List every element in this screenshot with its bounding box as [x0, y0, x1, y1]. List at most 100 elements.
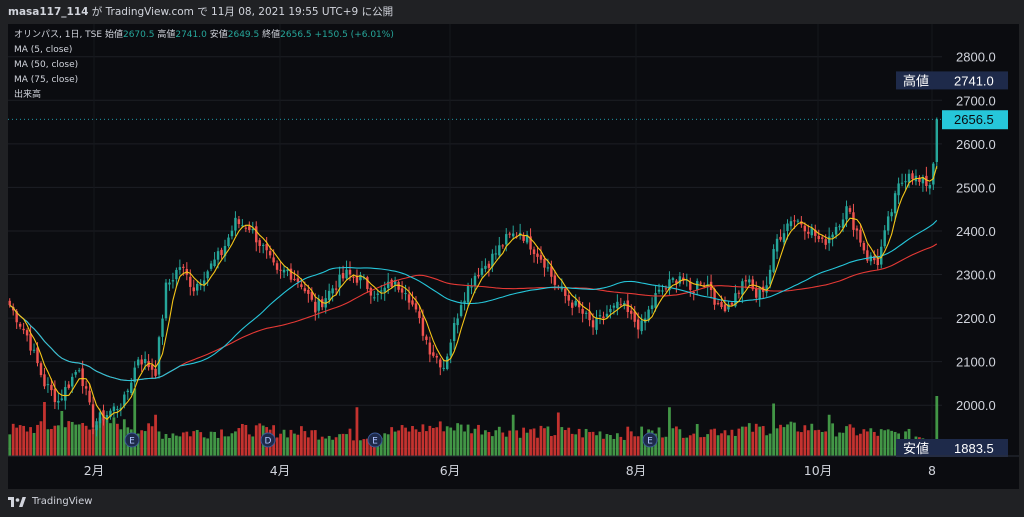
candle-body — [543, 258, 546, 268]
volume-bar — [29, 427, 32, 456]
footer-brand[interactable]: TradingView — [8, 492, 92, 512]
volume-bar — [848, 424, 852, 456]
volume-bar — [181, 432, 185, 456]
volume-bar — [313, 430, 317, 456]
candle-body — [820, 237, 824, 239]
volume-bar — [289, 429, 293, 456]
candle-body — [327, 290, 331, 301]
candle-body — [345, 269, 348, 279]
candle-body — [619, 304, 623, 306]
volume-bar — [890, 430, 894, 456]
volume-bar — [803, 425, 807, 456]
y-tick-label: 2000.0 — [956, 398, 996, 413]
volume-bar — [713, 428, 716, 456]
candle-body — [77, 370, 81, 372]
volume-bar — [414, 429, 418, 456]
volume-bar — [435, 427, 439, 456]
volume-bar — [88, 429, 91, 456]
volume-bar — [487, 432, 491, 456]
volume-bar — [501, 432, 505, 456]
candle-body — [567, 295, 570, 301]
volume-bar — [793, 422, 796, 456]
candle-body — [168, 282, 171, 285]
candle-body — [8, 300, 11, 306]
volume-bar — [105, 417, 109, 456]
candle-body — [341, 273, 345, 279]
candle-body — [373, 297, 376, 299]
candle-body — [459, 305, 463, 316]
volume-bar — [549, 436, 553, 456]
low-value-label: 1883.5 — [954, 441, 994, 456]
volume-bar — [39, 421, 43, 456]
candle-body — [900, 182, 904, 184]
candle-body — [893, 193, 897, 214]
candle-body — [546, 267, 550, 269]
candle-body — [591, 320, 595, 328]
volume-bar — [164, 434, 168, 456]
volume-bar — [591, 431, 595, 456]
volume-bar — [775, 428, 779, 456]
candle-body — [244, 227, 248, 229]
candle-body — [265, 243, 268, 251]
candle-body — [789, 221, 793, 227]
volume-bar — [418, 431, 421, 456]
volume-bar — [563, 430, 567, 456]
candle-body — [664, 288, 668, 290]
candle-body — [803, 225, 807, 232]
candle-body — [845, 206, 848, 220]
volume-bar — [709, 429, 713, 456]
ma75-legend[interactable]: MA (75, close) — [14, 73, 394, 88]
candle-body — [741, 281, 744, 295]
candle-body — [331, 288, 334, 294]
volume-bar — [532, 428, 536, 456]
candle-body — [723, 304, 727, 312]
candle-body — [737, 292, 741, 294]
candle-body — [234, 217, 237, 231]
candle-body — [817, 235, 820, 239]
candle-body — [925, 175, 928, 186]
volume-bar — [466, 424, 470, 456]
volume-bar — [327, 435, 331, 456]
candle-body — [831, 234, 834, 238]
tradingview-logo-icon — [8, 497, 26, 507]
candle-body — [272, 257, 275, 263]
x-tick-label: 8月 — [626, 463, 646, 478]
volume-bar — [300, 426, 303, 456]
volume-bar — [202, 437, 206, 456]
candle-body — [293, 278, 296, 280]
close-label: 終値 — [262, 30, 281, 40]
candle-body — [303, 288, 307, 292]
volume-bar — [720, 433, 723, 456]
volume-bar — [838, 432, 841, 456]
volume-bar — [716, 435, 720, 456]
volume-bar — [109, 423, 112, 456]
volume-bar — [692, 433, 696, 456]
volume-legend[interactable]: 出来高 — [14, 88, 394, 103]
candle-body — [775, 238, 779, 252]
candle-body — [130, 382, 133, 393]
volume-bar — [244, 424, 248, 456]
volume-bar — [768, 433, 772, 456]
ma5-legend[interactable]: MA (5, close) — [14, 43, 394, 58]
ma5-line — [9, 166, 938, 421]
low-value: 2649.5 — [227, 30, 260, 40]
volume-bar — [852, 427, 855, 456]
volume-bar — [442, 431, 446, 456]
candle-body — [511, 233, 515, 237]
volume-bar — [70, 421, 74, 456]
candle-body — [602, 316, 605, 319]
volume-bar — [306, 437, 310, 456]
candle-body — [22, 328, 25, 331]
candle-body — [456, 318, 459, 326]
username[interactable]: masa117_114 — [8, 6, 88, 18]
volume-bar — [841, 432, 845, 456]
volume-bar — [529, 429, 532, 456]
last-price-label: 2656.5 — [954, 112, 994, 127]
candle-body — [907, 173, 911, 183]
ma50-legend[interactable]: MA (50, close) — [14, 58, 394, 73]
volume-bar — [334, 437, 338, 456]
volume-bar — [584, 428, 588, 456]
volume-bar — [431, 428, 435, 456]
volume-bar — [317, 439, 321, 456]
volume-bar — [730, 429, 734, 456]
